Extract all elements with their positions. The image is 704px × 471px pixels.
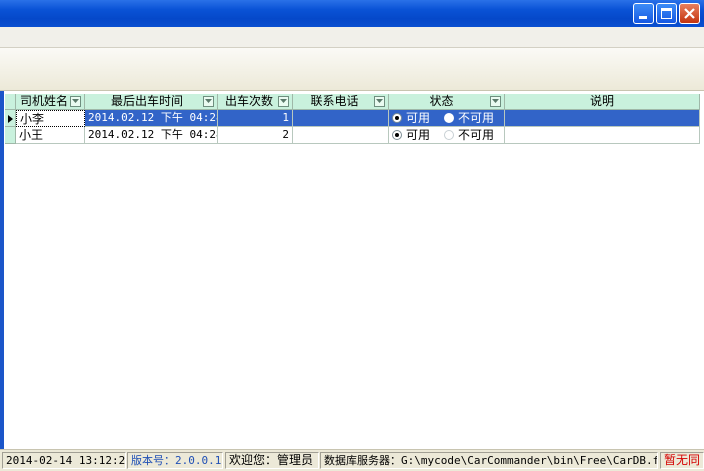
column-header-label: 说明	[589, 94, 614, 108]
cell-note[interactable]	[505, 110, 700, 127]
radio-unavailable-label: 不可用	[458, 128, 495, 142]
drivers-grid: 司机姓名 最后出车时间 出车次数 联系电话 状态 说明 小李 2014.02.1…	[5, 94, 700, 145]
row-indicator	[5, 110, 16, 127]
radio-available[interactable]	[392, 130, 402, 140]
window-title-bar	[0, 0, 704, 27]
cell-status[interactable]: 可用 不可用	[389, 127, 505, 144]
grid-corner	[5, 94, 16, 110]
radio-available-label: 可用	[406, 128, 431, 142]
column-header-last-time[interactable]: 最后出车时间	[85, 94, 218, 110]
cell-name[interactable]: 小李	[16, 110, 85, 127]
menu-bar	[0, 27, 704, 48]
column-header-phone[interactable]: 联系电话	[293, 94, 389, 110]
column-header-label: 状态	[429, 94, 454, 108]
toolbar	[0, 48, 704, 91]
filter-dropdown-icon[interactable]	[203, 96, 214, 107]
cell-name[interactable]: 小王	[16, 127, 85, 144]
column-header-count[interactable]: 出车次数	[218, 94, 293, 110]
cell-note[interactable]	[505, 127, 700, 144]
cell-phone[interactable]	[293, 127, 389, 144]
cell-last-time[interactable]: 2014.02.12 下午 04:28	[85, 127, 218, 144]
minimize-icon	[639, 16, 647, 19]
maximize-button[interactable]	[656, 3, 677, 24]
cell-count[interactable]: 2	[218, 127, 293, 144]
cell-status[interactable]: 可用 不可用	[389, 110, 505, 127]
radio-available[interactable]	[392, 113, 402, 123]
cell-last-time[interactable]: 2014.02.12 下午 04:28	[85, 110, 218, 127]
status-bar: 2014-02-14 13:12:28 版本号：2.0.0.1 欢迎您：管理员 …	[0, 449, 704, 471]
column-header-label: 出车次数	[224, 94, 273, 108]
radio-unavailable-label: 不可用	[458, 111, 495, 125]
cell-phone[interactable]	[293, 110, 389, 127]
current-row-arrow-icon	[8, 115, 13, 123]
filter-dropdown-icon[interactable]	[490, 96, 501, 107]
column-header-label: 最后出车时间	[110, 94, 183, 108]
radio-available-label: 可用	[406, 111, 431, 125]
column-header-label: 联系电话	[310, 94, 359, 108]
filter-dropdown-icon[interactable]	[278, 96, 289, 107]
filter-dropdown-icon[interactable]	[70, 96, 81, 107]
status-db-server: 数据库服务器：G:\mycode\CarCommander\bin\Free\C…	[320, 452, 658, 469]
column-header-name[interactable]: 司机姓名	[16, 94, 85, 110]
status-sync: 暂无同	[660, 452, 704, 469]
column-header-status[interactable]: 状态	[389, 94, 505, 110]
close-icon	[684, 8, 695, 19]
column-header-note[interactable]: 说明	[505, 94, 700, 110]
filter-dropdown-icon[interactable]	[374, 96, 385, 107]
column-header-label: 司机姓名	[19, 94, 68, 108]
radio-unavailable[interactable]	[444, 113, 455, 123]
status-version: 版本号：2.0.0.1	[127, 452, 223, 469]
cell-count[interactable]: 1	[218, 110, 293, 127]
maximize-icon	[661, 8, 672, 19]
row-indicator	[5, 127, 16, 144]
close-button[interactable]	[679, 3, 700, 24]
status-welcome-user: 欢迎您：管理员	[225, 452, 319, 469]
minimize-button[interactable]	[633, 3, 654, 24]
status-datetime: 2014-02-14 13:12:28	[2, 452, 126, 469]
left-edge-strip	[0, 91, 4, 449]
radio-unavailable[interactable]	[444, 130, 455, 140]
